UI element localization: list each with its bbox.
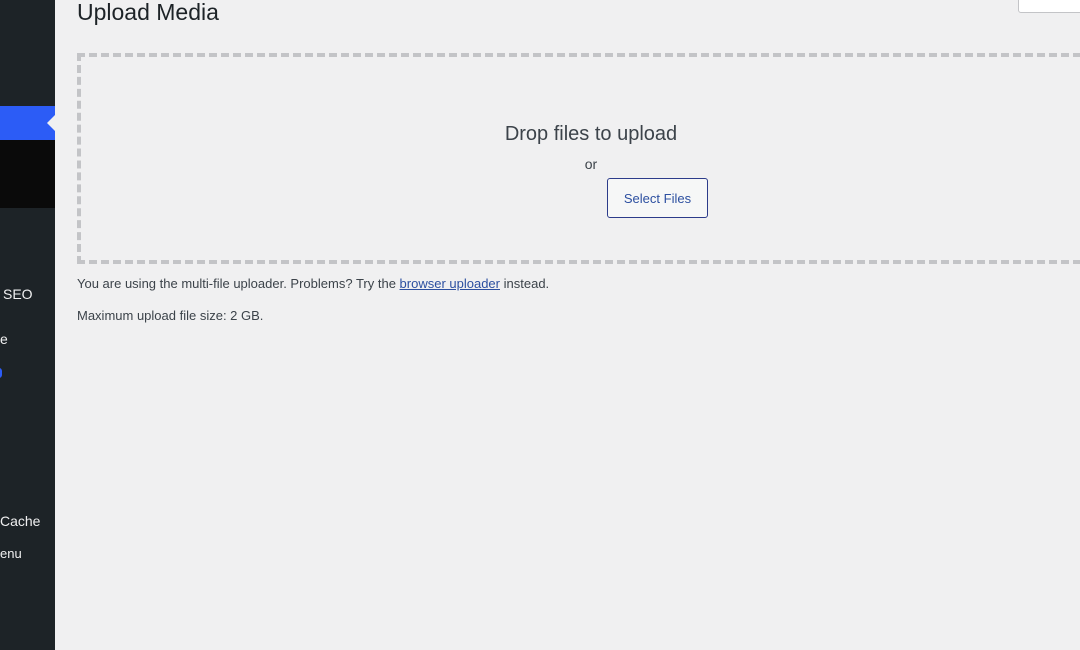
sidebar-item-partial-e[interactable]: e [0,331,8,347]
sidebar-item-collapse-menu[interactable]: enu [0,546,22,561]
sidebar-item-cache[interactable]: Cache [0,513,40,529]
help-tab-button[interactable] [1018,0,1080,13]
notification-badge [0,368,2,378]
drop-or-text: or [584,156,598,172]
uploader-info-prefix: You are using the multi-file uploader. P… [77,276,396,291]
uploader-info-suffix: instead. [503,276,550,291]
max-upload-size: Maximum upload file size: 2 GB. [77,308,264,323]
browser-uploader-link[interactable]: browser uploader [400,276,500,291]
upload-dropzone[interactable]: Drop files to upload or Select Files [77,53,1080,264]
sidebar-item-seo[interactable]: SEO [3,286,33,302]
admin-sidebar: SEO e Cache enu [0,0,55,650]
select-files-button[interactable]: Select Files [607,178,708,218]
page-title: Upload Media [77,0,219,25]
drop-instructions: Drop files to upload [504,123,678,145]
sidebar-submenu [0,140,55,208]
main-content: Upload Media Drop files to upload or Sel… [55,0,1080,650]
uploader-info: You are using the multi-file uploader. P… [77,276,549,291]
sidebar-item-media[interactable] [0,106,55,140]
active-indicator [47,115,55,131]
